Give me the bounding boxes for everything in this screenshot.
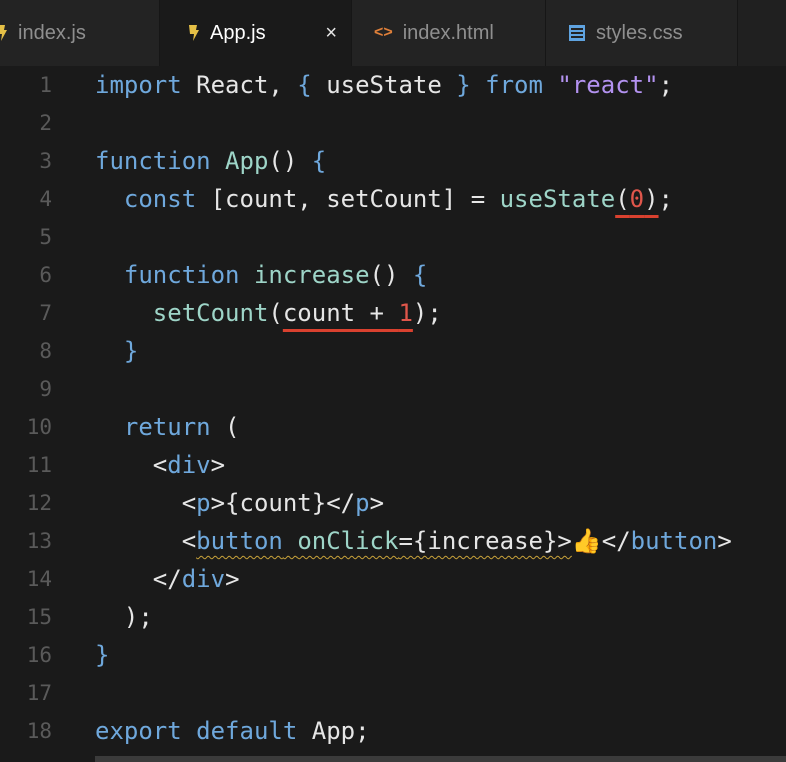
- line-number: 16: [26, 643, 52, 667]
- line-number: 15: [26, 605, 52, 629]
- html-file-icon: <>: [374, 24, 393, 41]
- js-file-icon: [0, 23, 8, 43]
- tab-label: index.html: [402, 21, 494, 44]
- code-line: export default App;: [95, 717, 370, 745]
- code-line: function increase() {: [95, 261, 428, 289]
- error-underline: count + 1: [282, 299, 413, 327]
- line-number: 17: [26, 681, 52, 705]
- tab-bar: index.js App.js × <> index.html styles.c…: [0, 0, 786, 66]
- code-line: </div>: [95, 565, 240, 593]
- css-file-icon: [568, 24, 586, 42]
- code-line: <button onClick={increase}>👍</button>: [95, 527, 732, 555]
- code-line: return (: [95, 413, 240, 441]
- line-number: 13: [26, 529, 52, 553]
- tab-index-js[interactable]: index.js: [0, 0, 160, 66]
- code-line: import React, { useState } from "react";: [95, 71, 674, 99]
- thumbs-up-emoji: 👍: [571, 527, 602, 555]
- line-number: 9: [39, 377, 52, 401]
- line-number: 14: [26, 567, 52, 591]
- line-number: 3: [39, 149, 52, 173]
- code-line: <p>{count}</p>: [95, 489, 385, 517]
- line-number: 18: [26, 719, 52, 743]
- line-number: 10: [26, 415, 52, 439]
- line-number: 4: [39, 187, 52, 211]
- code-line: function App() {: [95, 147, 327, 175]
- code-line: setCount(count + 1);: [95, 299, 442, 327]
- code-line: );: [95, 603, 153, 631]
- tab-label: App.js: [210, 21, 266, 44]
- tab-app-js[interactable]: App.js ×: [160, 0, 352, 66]
- line-number: 8: [39, 339, 52, 363]
- code-line: <div>: [95, 451, 226, 479]
- line-number: 7: [39, 301, 52, 325]
- tab-label: index.js: [18, 21, 86, 44]
- code-line: }: [95, 337, 139, 365]
- tab-label: styles.css: [596, 21, 683, 44]
- line-number: 2: [39, 111, 52, 135]
- line-number: 6: [39, 263, 52, 287]
- line-number: 12: [26, 491, 52, 515]
- line-number: 1: [39, 73, 52, 97]
- warning-squiggle: button onClick={increase}>: [196, 527, 572, 555]
- line-number: 5: [39, 225, 52, 249]
- line-number: 11: [26, 453, 52, 477]
- close-icon[interactable]: ×: [325, 22, 337, 45]
- js-file-icon: [186, 23, 200, 43]
- tab-styles-css[interactable]: styles.css: [546, 0, 738, 66]
- code-line: const [count, setCount] = useState(0);: [95, 185, 673, 213]
- code-line: }: [95, 641, 110, 669]
- horizontal-scrollbar[interactable]: [95, 756, 786, 762]
- tab-index-html[interactable]: <> index.html: [352, 0, 546, 66]
- error-underline: (0): [615, 185, 659, 213]
- code-editor[interactable]: 1 import React, { useState } from "react…: [0, 66, 786, 762]
